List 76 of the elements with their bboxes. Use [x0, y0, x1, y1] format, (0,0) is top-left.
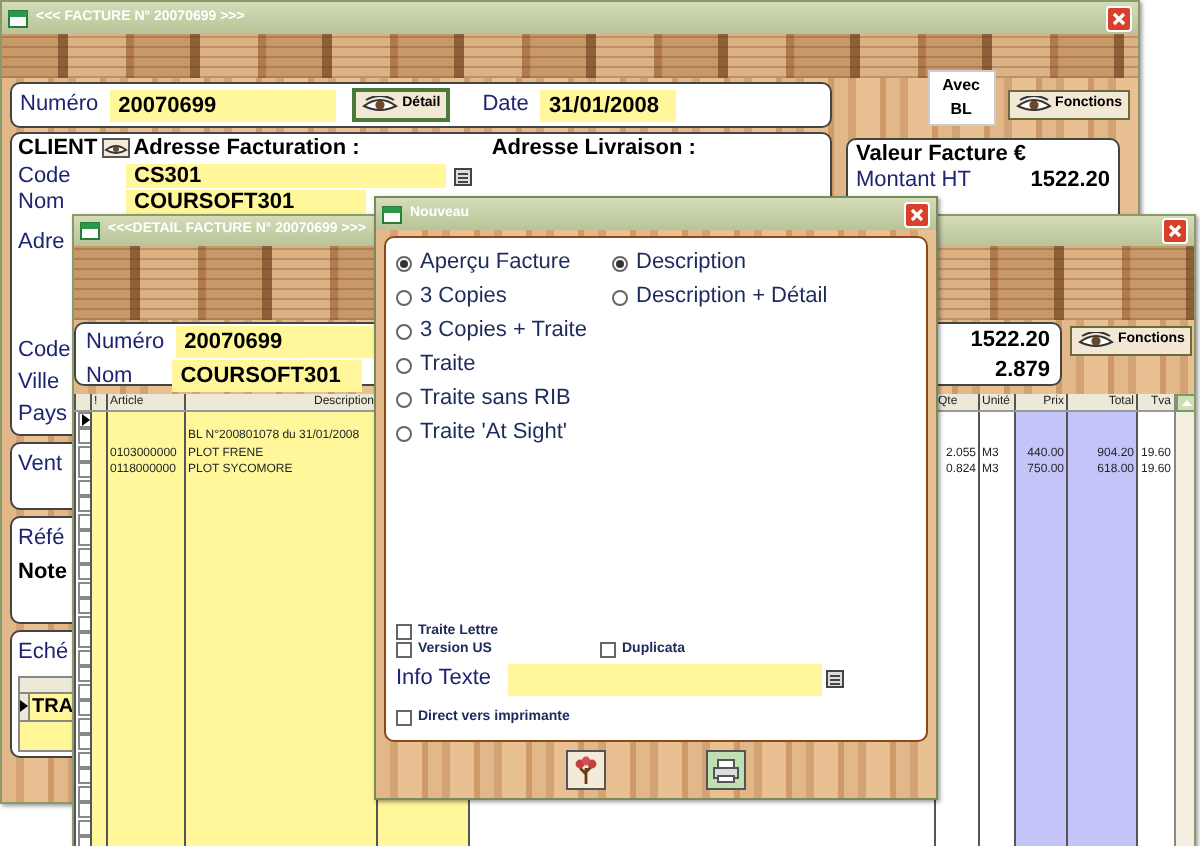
current-row-icon — [82, 414, 90, 426]
section-title: Adresse Facturation : — [133, 133, 360, 164]
checkbox[interactable] — [396, 624, 412, 640]
radio-option[interactable]: Description — [612, 246, 912, 280]
eye-icon — [362, 96, 399, 114]
section-title: CLIENT — [18, 133, 98, 164]
radio-option[interactable]: 3 Copies + Traite — [396, 314, 596, 348]
radio-button[interactable] — [396, 391, 412, 407]
table-cell-text: TRA — [32, 693, 74, 721]
field-label: Info Texte — [396, 664, 491, 695]
list-icon[interactable] — [454, 167, 472, 186]
printer-icon — [712, 756, 740, 784]
current-row-icon — [20, 700, 28, 712]
amount-value: 1522.20 — [970, 326, 1050, 356]
info-text-field[interactable] — [507, 663, 821, 695]
checkbox[interactable] — [600, 642, 616, 658]
tree-button[interactable] — [566, 750, 606, 790]
field-label: Numéro — [20, 90, 99, 121]
text-field[interactable]: COURSOFT301 — [126, 190, 366, 215]
field-label: Nom — [18, 188, 65, 218]
radio-option[interactable]: Description + Détail — [612, 280, 912, 314]
radio-option[interactable]: Traite — [396, 348, 596, 382]
field-label: Vent — [18, 450, 63, 480]
field-label: Adre — [18, 228, 65, 258]
field-label: Réfé — [18, 524, 65, 554]
number-field[interactable]: 20070699 — [110, 89, 337, 121]
radio-button[interactable] — [396, 255, 412, 271]
eye-icon — [1015, 95, 1052, 114]
window-icon — [382, 205, 402, 223]
close-button[interactable] — [904, 201, 930, 227]
field-label: Note — [18, 557, 67, 587]
field-label: Pays — [18, 400, 67, 430]
date-field[interactable]: 31/01/2008 — [540, 89, 677, 121]
scroll-up-button[interactable] — [1175, 394, 1194, 412]
radio-button[interactable] — [612, 289, 628, 305]
radio-button[interactable] — [396, 289, 412, 305]
section-title: Valeur Facture € — [856, 142, 1028, 166]
tree-icon — [572, 756, 600, 784]
checkbox[interactable] — [396, 709, 412, 726]
radio-button[interactable] — [396, 425, 412, 441]
close-icon — [1168, 224, 1182, 238]
window-icon — [8, 9, 28, 27]
amount-value: 2.879 — [994, 356, 1050, 386]
radio-button[interactable] — [396, 357, 412, 373]
text-field[interactable]: CS301 — [126, 164, 446, 189]
printer-button[interactable] — [706, 750, 746, 790]
field-label: Code — [18, 162, 71, 192]
section-title: Adresse Livraison : — [491, 133, 696, 164]
eye-icon — [1078, 331, 1114, 350]
list-icon[interactable] — [825, 670, 843, 688]
field-label: Montant HT — [856, 168, 971, 192]
avec-bl-button[interactable]: Avec BL — [927, 70, 996, 126]
field-label: Nom — [86, 361, 133, 391]
caret-up-icon — [1181, 400, 1191, 406]
field-label: Eché — [18, 638, 69, 668]
field-label: Numéro — [86, 328, 165, 358]
field-label: Code — [18, 336, 71, 366]
radio-option[interactable]: Traite sans RIB — [396, 382, 596, 416]
radio-option[interactable]: Traite 'At Sight' — [396, 416, 596, 450]
close-button[interactable] — [1106, 5, 1132, 31]
radio-option[interactable]: Aperçu Facture — [396, 246, 596, 280]
field-label: Ville — [18, 368, 60, 398]
close-icon — [1112, 11, 1126, 25]
amount-value: 1522.20 — [1030, 168, 1110, 192]
eye-icon — [103, 141, 128, 155]
window-icon — [80, 222, 100, 240]
checkbox[interactable] — [396, 642, 412, 658]
close-button[interactable] — [1162, 218, 1188, 244]
radio-button[interactable] — [396, 323, 412, 339]
radio-button[interactable] — [612, 255, 628, 271]
number-field[interactable]: 20070699 — [176, 326, 377, 359]
name-field[interactable]: COURSOFT301 — [172, 359, 363, 392]
radio-option[interactable]: 3 Copies — [396, 280, 596, 314]
close-icon — [910, 207, 924, 221]
client-button[interactable] — [101, 138, 130, 158]
field-label: Date — [482, 90, 529, 121]
